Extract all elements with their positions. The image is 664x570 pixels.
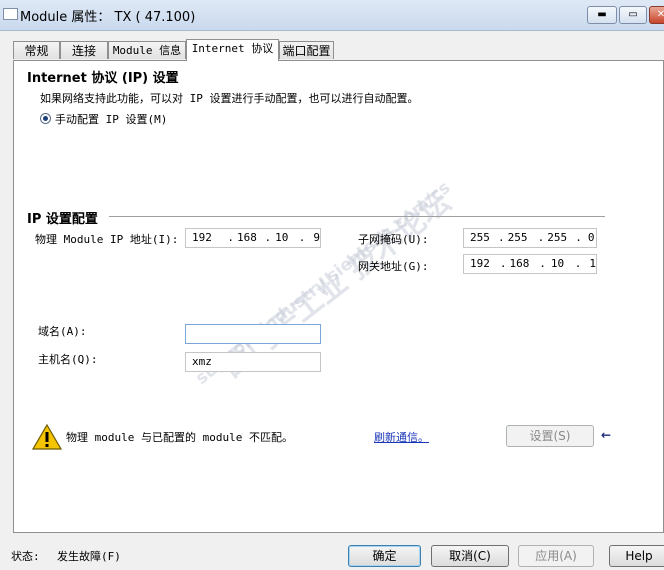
tab-panel: 西门子工业 技术论坛 support.industry.siemens.com/… [13, 60, 664, 533]
close-icon: ✕ [656, 9, 664, 20]
tab-general[interactable]: 常规 [13, 41, 60, 59]
settings-button[interactable]: 设置(S) [506, 425, 594, 447]
maximize-icon: ▭ [628, 9, 638, 20]
app-icon [3, 8, 18, 20]
manual-config-radio[interactable] [40, 113, 51, 124]
minimize-icon: ▬ [597, 9, 607, 20]
tab-port-config[interactable]: 端口配置 [279, 41, 334, 59]
internet-section-title: Internet 协议 (IP) 设置 [27, 71, 179, 86]
module-ip-label: 物理 Module IP 地址(I): [35, 233, 179, 246]
refresh-link[interactable]: 刷新通信。 [374, 429, 429, 445]
close-button[interactable]: ✕ [649, 6, 664, 24]
subnet-label: 子网掩码(U): [358, 233, 429, 246]
module-ip-input[interactable]: 192. 168. 10. 9 [185, 228, 321, 248]
apply-button[interactable]: 应用(A) [518, 545, 594, 567]
domain-input[interactable] [185, 324, 321, 344]
minimize-button[interactable]: ▬ [587, 6, 617, 24]
ip-config-title: IP 设置配置 [27, 212, 98, 227]
domain-label: 域名(A): [38, 325, 87, 338]
subnet-input[interactable]: 255. 255. 255. 0 [463, 228, 597, 248]
window-title: Module 属性： TX ( 47.100) [20, 10, 196, 25]
host-label: 主机名(Q): [38, 353, 98, 366]
manual-config-label[interactable]: 手动配置 IP 设置(M) [55, 111, 167, 127]
status-label: 状态: [11, 550, 40, 563]
host-input[interactable]: xmz [185, 352, 321, 372]
warning-icon [32, 423, 62, 450]
mismatch-warning: 物理 module 与已配置的 module 不匹配。 [66, 431, 293, 444]
tab-module-info[interactable]: Module 信息 [108, 41, 186, 59]
tab-internet-protocol[interactable]: Internet 协议 [186, 39, 279, 61]
status-value: 发生故障(F) [57, 550, 121, 563]
ok-button[interactable]: 确定 [348, 545, 421, 567]
section-divider [109, 216, 605, 217]
tab-connection[interactable]: 连接 [60, 41, 108, 59]
cancel-button[interactable]: 取消(C) [431, 545, 509, 567]
maximize-button[interactable]: ▭ [619, 6, 647, 24]
gateway-input[interactable]: 192. 168. 10. 1 [463, 254, 597, 274]
internet-description: 如果网络支持此功能，可以对 IP 设置进行手动配置，也可以进行自动配置。 [40, 92, 419, 105]
title-bar: Module 属性： TX ( 47.100) ▬ ▭ ✕ [0, 0, 664, 31]
gateway-label: 网关地址(G): [358, 260, 429, 273]
arrow-left-icon: ← [601, 428, 612, 442]
help-button[interactable]: Help [609, 545, 664, 567]
